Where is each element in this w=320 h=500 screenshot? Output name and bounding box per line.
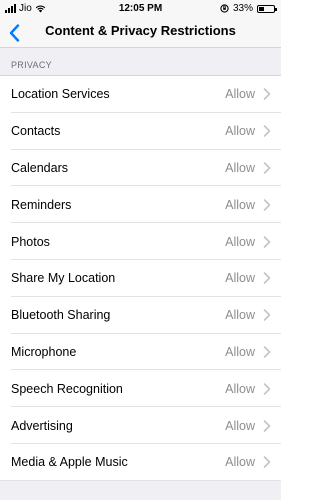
page-title: Content & Privacy Restrictions — [45, 23, 236, 38]
navigation-bar: Content & Privacy Restrictions — [0, 18, 281, 48]
list-item[interactable]: Bluetooth Sharing Allow — [0, 297, 281, 334]
status-right: 33% — [220, 3, 277, 14]
list-item[interactable]: Contacts Allow — [0, 113, 281, 150]
chevron-right-icon — [263, 309, 271, 321]
list-item[interactable]: Advertising Allow — [0, 407, 281, 444]
section-header-label: PRIVACY — [11, 60, 52, 70]
list-item[interactable]: Location Services Allow — [0, 76, 281, 113]
row-value: Allow — [225, 381, 255, 396]
row-label: Microphone — [11, 344, 77, 359]
chevron-right-icon — [263, 162, 271, 174]
row-label: Contacts — [11, 124, 61, 139]
row-label: Bluetooth Sharing — [11, 308, 111, 323]
row-label: Photos — [11, 234, 50, 249]
row-label: Speech Recognition — [11, 381, 123, 396]
battery-level — [259, 6, 264, 11]
chevron-right-icon — [263, 272, 271, 285]
row-label: Media & Apple Music — [11, 455, 128, 470]
row-value: Allow — [225, 455, 255, 470]
row-label: Location Services — [11, 87, 110, 102]
row-value: Allow — [225, 271, 255, 286]
rotation-lock-icon — [220, 4, 229, 13]
row-label: Reminders — [11, 197, 72, 212]
chevron-right-icon — [263, 198, 271, 211]
chevron-right-icon — [263, 419, 271, 432]
list-item[interactable]: Speech Recognition Allow — [0, 370, 281, 407]
row-value: Allow — [225, 308, 255, 323]
grouped-background — [0, 481, 281, 500]
chevron-right-icon — [263, 346, 271, 358]
list-item[interactable]: Microphone Allow — [0, 334, 281, 371]
list-item[interactable]: Photos Allow — [0, 223, 281, 260]
row-label: Calendars — [11, 160, 68, 175]
list-item[interactable]: Reminders Allow — [0, 186, 281, 223]
battery-percent: 33% — [232, 3, 253, 14]
row-value: Allow — [225, 344, 255, 359]
row-value: Allow — [225, 197, 255, 212]
list-item[interactable]: Calendars Allow — [0, 150, 281, 187]
row-value: Allow — [225, 418, 255, 433]
row-value: Allow — [225, 160, 255, 175]
battery-icon — [257, 4, 277, 13]
row-value: Allow — [225, 124, 255, 139]
list-item[interactable]: Media & Apple Music Allow — [0, 444, 281, 481]
section-header: PRIVACY — [0, 48, 281, 76]
chevron-right-icon — [263, 456, 271, 469]
row-value: Allow — [225, 234, 255, 249]
row-label: Advertising — [11, 418, 73, 433]
list-item[interactable]: Share My Location Allow — [0, 260, 281, 297]
chevron-right-icon — [263, 382, 271, 395]
privacy-list: Location Services Allow Contacts Allow Calen… — [0, 76, 281, 481]
row-label: Share My Location — [11, 271, 116, 286]
chevron-right-icon — [263, 125, 271, 137]
chevron-right-icon — [263, 88, 271, 101]
status-bar: Jio 12:05 PM 33% — [0, 0, 281, 18]
chevron-right-icon — [263, 235, 271, 248]
row-value: Allow — [225, 87, 255, 102]
